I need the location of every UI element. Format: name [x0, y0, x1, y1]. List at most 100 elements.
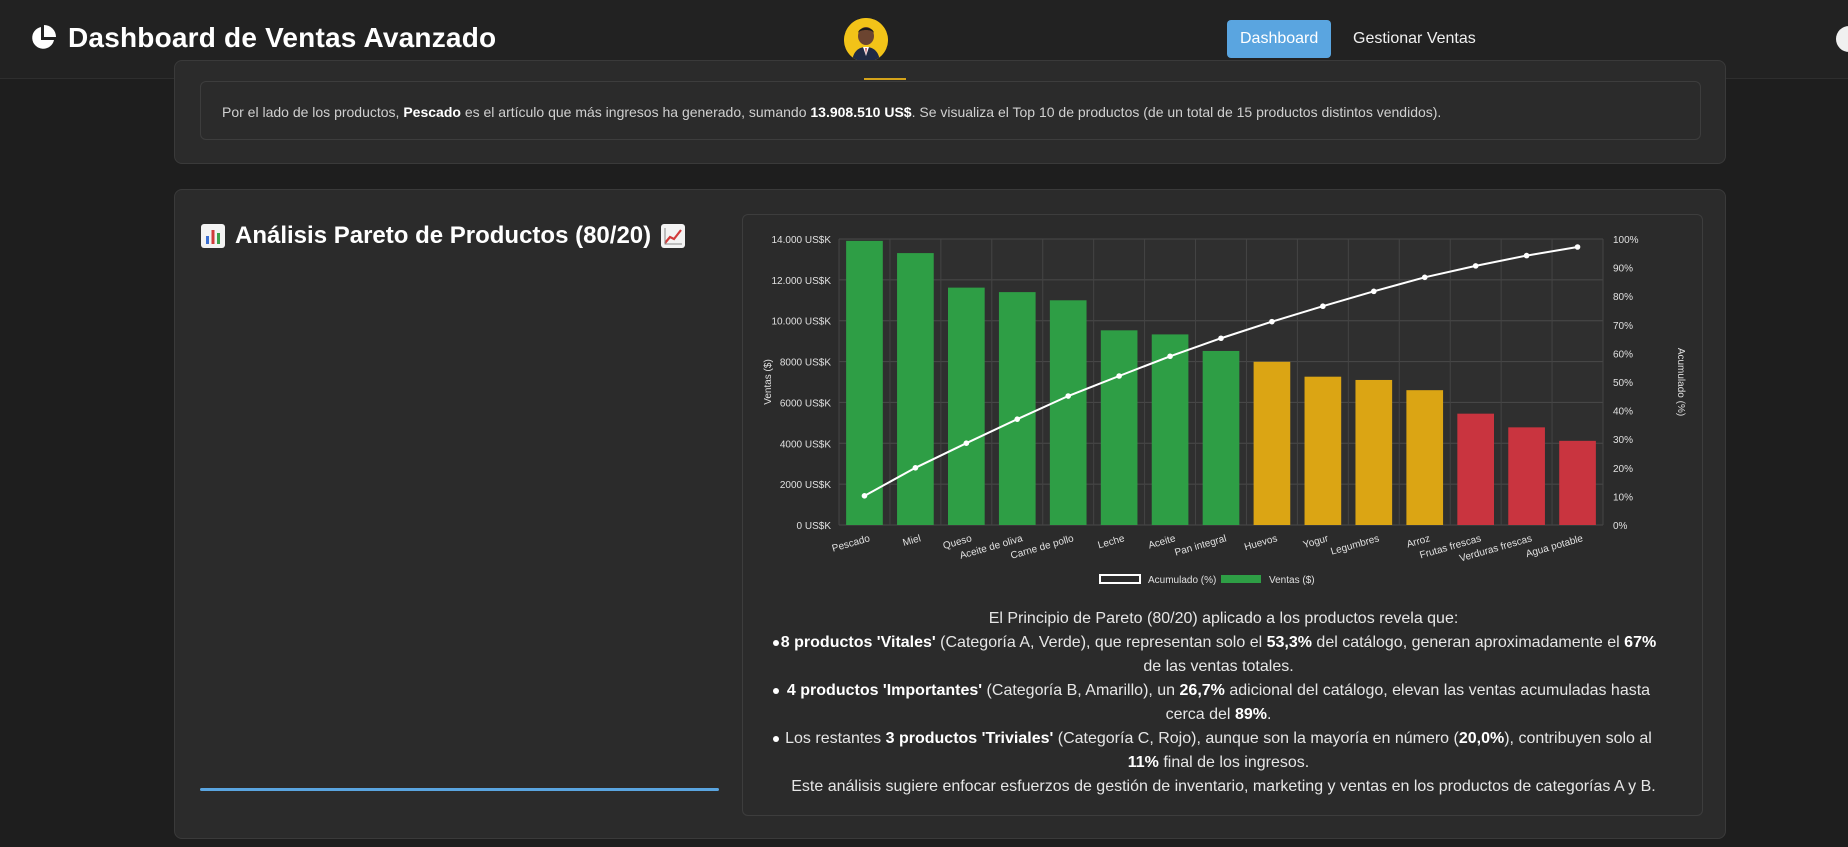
cumulative-point	[861, 493, 868, 499]
y-axis-tick-label: 4000 US$K	[780, 439, 831, 450]
products-summary-text: Por el lado de los productos, Pescado es…	[200, 81, 1701, 140]
y-axis-tick-label: 8000 US$K	[780, 358, 831, 369]
top-product-name: Pescado	[403, 104, 461, 120]
cumulative-point	[912, 465, 919, 471]
analysis-item-importantes: 4 productos 'Importantes' (Categoría B, …	[773, 679, 1664, 727]
analysis-text-part: (Categoría A, Verde), que representan so…	[935, 634, 1267, 651]
y-axis-tick-label: 14.000 US$K	[772, 235, 832, 246]
y2-axis-tick-label: 40%	[1613, 407, 1633, 418]
legend-swatch-sales	[1221, 575, 1261, 583]
products-summary-card: Por el lado de los productos, Pescado es…	[174, 60, 1726, 164]
pareto-chart-panel: 0 US$K 2000 US$K 4000 US$K 6000 US$K 8000 US…	[742, 214, 1703, 816]
pareto-chart: 0 US$K 2000 US$K 4000 US$K 6000 US$K 8000 US…	[763, 235, 1686, 586]
cumulative-point	[963, 440, 970, 447]
bar-aceite-de-oliva	[998, 292, 1036, 525]
analysis-text-part: 8 productos 'Vitales'	[780, 634, 936, 651]
cumulative-point	[1167, 353, 1173, 360]
y2-axis-tick-label: 80%	[1613, 292, 1633, 303]
analysis-text-part: 3 productos 'Triviales'	[885, 730, 1054, 747]
avatar[interactable]	[844, 18, 888, 62]
x-axis-tick-label: Agua potable	[1525, 533, 1585, 560]
legend-label-sales: Ventas ($)	[1269, 575, 1315, 586]
cumulative-point	[1472, 263, 1479, 269]
y2-axis-title: Acumulado (%)	[1675, 348, 1686, 416]
summary-text-part: Por el lado de los productos,	[222, 104, 404, 120]
nav-gestionar-ventas-link[interactable]: Gestionar Ventas	[1340, 20, 1489, 58]
bar-agua-potable	[1559, 440, 1596, 525]
chart-increasing-emoji-icon	[661, 224, 686, 248]
cumulative-point	[1421, 274, 1428, 281]
user-avatar-icon	[844, 18, 888, 62]
analysis-text-part: 89%	[1234, 706, 1267, 723]
brand[interactable]: Dashboard de Ventas Avanzado	[28, 22, 496, 54]
bar-miel	[897, 253, 934, 526]
pareto-title-text: Análisis Pareto de Productos (80/20)	[235, 222, 652, 249]
y-axis-tick-label: 12.000 US$K	[772, 276, 832, 287]
analysis-text-part: ), contribuyen solo al	[1504, 730, 1652, 747]
app-title: Dashboard de Ventas Avanzado	[68, 22, 497, 53]
bar-verduras-frescas	[1508, 427, 1545, 525]
legend-swatch-cumulative	[1099, 574, 1141, 584]
analysis-text-part: 11%	[1127, 754, 1159, 771]
analysis-conclusion: Este análisis sugiere enfocar esfuerzos …	[791, 778, 1656, 795]
bar-pan-integral	[1202, 350, 1240, 525]
nav-dashboard-button[interactable]: Dashboard	[1227, 20, 1332, 58]
analysis-text-part: 53,3%	[1266, 634, 1312, 651]
pareto-card: Análisis Pareto de Productos (80/20) 0 U…	[174, 189, 1726, 839]
analysis-item-triviales: Los restantes 3 productos 'Triviales' (C…	[773, 727, 1664, 775]
x-axis-tick-label: Pan integral	[1173, 533, 1227, 558]
analysis-text-part: 20,0%	[1458, 730, 1505, 747]
y-axis-tick-label: 6000 US$K	[780, 398, 831, 409]
pareto-analysis-text: El Principio de Pareto (80/20) aplicado …	[743, 607, 1704, 799]
analysis-text-part: 67%	[1624, 634, 1657, 651]
bar-arroz	[1406, 390, 1444, 525]
y2-axis-tick-label: 70%	[1613, 321, 1633, 332]
pie-chart-icon	[32, 25, 56, 49]
x-axis-tick-label: Leche	[1097, 533, 1127, 551]
cumulative-point	[1574, 244, 1581, 250]
bar-frutas-frescas	[1457, 413, 1495, 525]
y2-axis-tick-label: 100%	[1613, 235, 1639, 246]
analysis-item-vitales: 8 productos 'Vitales' (Categoría A, Verd…	[773, 631, 1664, 679]
x-axis-tick-label: Miel	[902, 533, 923, 549]
analysis-text-part: (Categoría C, Rojo), aunque son la mayor…	[1053, 730, 1459, 747]
analysis-text-part: final de los ingresos.	[1158, 754, 1310, 771]
bar-huevos	[1253, 361, 1291, 525]
cumulative-point	[1065, 393, 1071, 399]
theme-toggle-icon[interactable]	[1836, 26, 1848, 52]
summary-text-part: es el artículo que más ingresos ha gener…	[460, 104, 811, 120]
cumulative-point	[1320, 303, 1326, 310]
x-axis-tick-label: Legumbres	[1330, 533, 1381, 557]
summary-text-part: . Se visualiza el Top 10 de productos (d…	[911, 104, 1442, 120]
bar-pescado	[846, 240, 883, 525]
x-axis-tick-label: Huevos	[1243, 533, 1279, 553]
cumulative-point	[1269, 318, 1275, 325]
bar-aceite	[1151, 334, 1189, 525]
analysis-text-part: (Categoría B, Amarillo), un	[982, 682, 1180, 699]
cumulative-point	[1116, 373, 1122, 379]
tab-accent-underline	[864, 78, 906, 80]
y2-axis-tick-label: 30%	[1613, 435, 1633, 446]
y2-axis-tick-label: 50%	[1613, 378, 1633, 389]
pareto-title: Análisis Pareto de Productos (80/20)	[201, 222, 686, 250]
y2-axis-tick-label: 60%	[1613, 349, 1633, 360]
cumulative-point	[1371, 288, 1377, 295]
y-axis-tick-label: 0 US$K	[797, 521, 832, 532]
analysis-intro: El Principio de Pareto (80/20) aplicado …	[988, 610, 1459, 627]
y-axis-tick-label: 10.000 US$K	[772, 317, 832, 328]
cumulative-point	[1523, 252, 1530, 259]
analysis-list: 8 productos 'Vitales' (Categoría A, Verd…	[743, 631, 1704, 775]
bar-carne-de-pollo	[1049, 300, 1087, 525]
y-axis-tick-label: 2000 US$K	[780, 480, 831, 491]
y2-axis-tick-label: 20%	[1613, 464, 1633, 475]
bar-leche	[1100, 330, 1138, 525]
x-axis-tick-label: Pescado	[831, 533, 872, 554]
y2-axis-tick-label: 10%	[1613, 492, 1633, 503]
legend-label-cumulative: Acumulado (%)	[1148, 575, 1216, 586]
cumulative-point	[1014, 416, 1021, 422]
analysis-text-part: Los restantes	[785, 730, 886, 747]
y-axis-title: Ventas ($)	[763, 359, 774, 405]
bar-legumbres	[1355, 379, 1393, 525]
top-product-amount: 13.908.510 US$	[810, 104, 912, 120]
analysis-text-part: 4 productos 'Importantes'	[786, 682, 983, 699]
